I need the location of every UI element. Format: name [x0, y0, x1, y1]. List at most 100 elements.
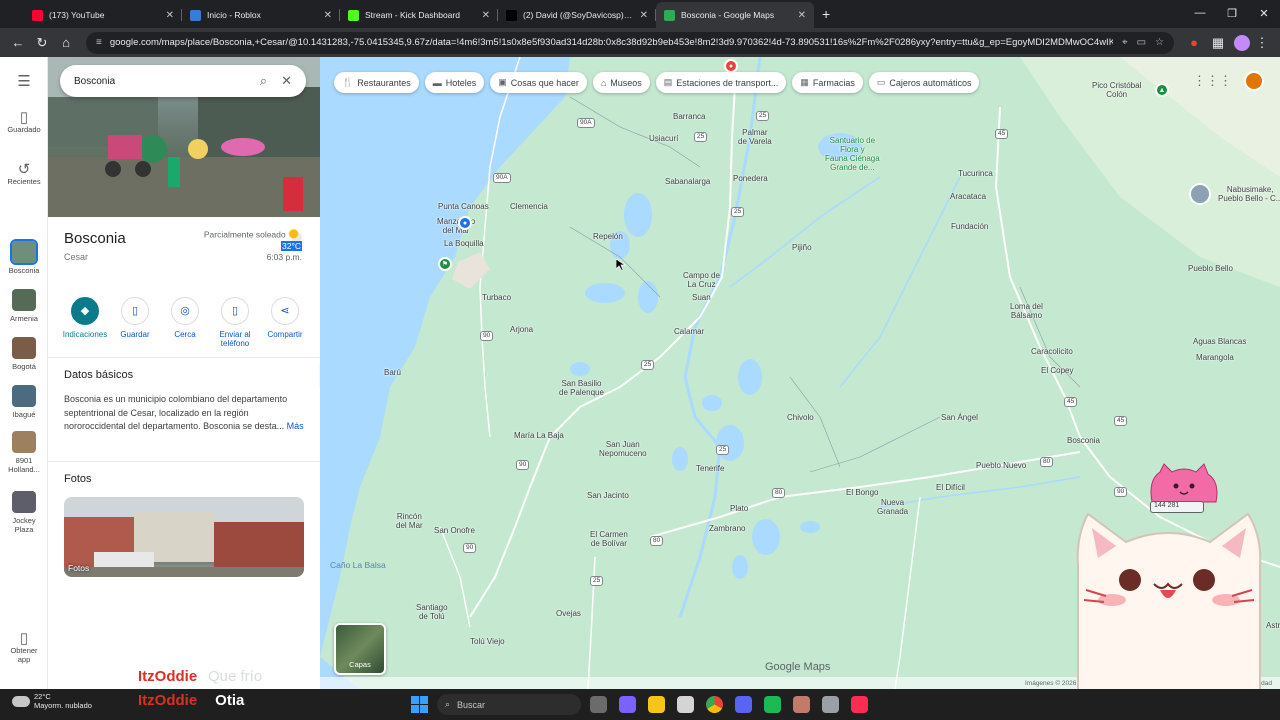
- google-apps-icon[interactable]: ⋮⋮⋮: [1193, 73, 1232, 89]
- map-place-label[interactable]: Sabanalarga: [665, 177, 710, 186]
- site-settings-icon[interactable]: ≡: [96, 37, 102, 48]
- file-explorer-icon[interactable]: [648, 696, 665, 713]
- action-send-to-phone-button[interactable]: ▯ Enviar al teléfono: [210, 297, 260, 348]
- map-place-label[interactable]: Repelón: [593, 232, 623, 241]
- rail-recent-place[interactable]: Ibagué: [0, 385, 48, 419]
- task-view-icon[interactable]: [590, 696, 607, 713]
- category-chip[interactable]: ▭ Cajeros automáticos: [868, 72, 980, 93]
- map-place-label[interactable]: San Ángel: [941, 413, 978, 422]
- category-chip[interactable]: ▤ Estaciones de transport...: [655, 72, 787, 93]
- park-pin-icon[interactable]: ⚑: [438, 257, 452, 271]
- map-place-label[interactable]: Calamar: [674, 327, 704, 336]
- map-place-label[interactable]: María La Baja: [514, 431, 564, 440]
- rail-recent-place[interactable]: Bogotá: [0, 337, 48, 371]
- category-chip[interactable]: ▦ Farmacias: [792, 72, 863, 93]
- map-place-label[interactable]: Nueva Granada: [877, 498, 908, 516]
- install-icon[interactable]: ▭: [1137, 37, 1146, 48]
- action-nearby-button[interactable]: ◎ Cerca: [160, 297, 210, 348]
- discord-icon[interactable]: [735, 696, 752, 713]
- map-place-label[interactable]: Tenerife: [696, 464, 724, 473]
- map-place-label[interactable]: Loma del Bálsamo: [1010, 302, 1043, 320]
- extensions-puzzle-icon[interactable]: ▦: [1206, 31, 1230, 55]
- map-place-label[interactable]: Rincón del Mar: [396, 512, 423, 530]
- chrome-icon[interactable]: [706, 696, 723, 713]
- map-place-label[interactable]: San Onofre: [434, 526, 475, 535]
- rail-recent-place[interactable]: Bosconia: [0, 239, 48, 275]
- search-input[interactable]: Bosconia: [74, 76, 246, 87]
- map-place-label[interactable]: San Juan Nepomuceno: [599, 440, 647, 458]
- map-place-label[interactable]: San Basilio de Palenque: [559, 379, 604, 397]
- map-place-label[interactable]: Tucurinca: [958, 169, 993, 178]
- place-photo-marker[interactable]: [1189, 183, 1211, 205]
- close-icon[interactable]: ✕: [281, 73, 292, 89]
- location-icon[interactable]: ⌖: [1122, 37, 1128, 48]
- map-place-label[interactable]: Suan: [692, 293, 711, 302]
- browser-tab[interactable]: Inicio - Roblox ✕: [182, 2, 340, 28]
- browser-tab[interactable]: (2) David (@SoyDavicosp) / X ✕: [498, 2, 656, 28]
- bookmark-star-icon[interactable]: ☆: [1155, 37, 1164, 48]
- map-place-label[interactable]: Pijiño: [792, 243, 812, 252]
- tiktok-icon[interactable]: [851, 696, 868, 713]
- reload-icon[interactable]: ↻: [30, 31, 54, 55]
- rail-recent-place[interactable]: Jockey Plaza: [0, 491, 48, 534]
- peak-pin-icon[interactable]: ▲: [1155, 83, 1169, 97]
- close-window-button[interactable]: ✕: [1248, 0, 1280, 26]
- map-place-label[interactable]: Clemencia: [510, 202, 548, 211]
- map-place-label[interactable]: Fundación: [951, 222, 988, 231]
- photos-thumbnail[interactable]: Fotos: [64, 497, 304, 577]
- rail-recent-place[interactable]: Armenia: [0, 289, 48, 323]
- map-place-label[interactable]: Santiago de Tolú: [416, 603, 448, 621]
- category-chip[interactable]: 🍴 Restaurantes: [334, 72, 419, 93]
- back-arrow-icon[interactable]: ←: [6, 31, 30, 55]
- tab-close-icon[interactable]: ✕: [798, 10, 806, 21]
- map-place-label[interactable]: Marangola: [1196, 353, 1234, 362]
- place-pin-icon[interactable]: ●: [458, 216, 472, 230]
- url-text[interactable]: google.com/maps/place/Bosconia,+Cesar/@1…: [110, 37, 1113, 48]
- menu-button[interactable]: ☰: [0, 74, 48, 89]
- selected-location-pin-icon[interactable]: ●: [724, 59, 738, 73]
- map-place-label[interactable]: Barú: [384, 368, 401, 377]
- photos-icon[interactable]: [793, 696, 810, 713]
- extension-icon[interactable]: ●: [1182, 31, 1206, 55]
- browser-tab[interactable]: Bosconia - Google Maps ✕: [656, 2, 814, 28]
- more-link[interactable]: Más: [287, 421, 304, 431]
- maximize-button[interactable]: ❐: [1216, 0, 1248, 26]
- rail-get-app[interactable]: ▯ Obtener app: [0, 631, 48, 664]
- game-icon[interactable]: [677, 696, 694, 713]
- tab-close-icon[interactable]: ✕: [640, 10, 648, 21]
- taskbar-search[interactable]: ⌕ Buscar: [437, 694, 581, 715]
- category-chip[interactable]: ⌂ Museos: [592, 72, 650, 93]
- new-tab-button[interactable]: +: [822, 6, 830, 22]
- map-place-label[interactable]: Caracolicito: [1031, 347, 1073, 356]
- browser-tab[interactable]: Stream - Kick Dashboard ✕: [340, 2, 498, 28]
- spotify-icon[interactable]: [764, 696, 781, 713]
- map-place-label[interactable]: Pico Cristóbal Colón: [1092, 81, 1141, 99]
- settings-icon[interactable]: [822, 696, 839, 713]
- rail-recent-place[interactable]: 8901 Holland...: [0, 431, 48, 474]
- tab-close-icon[interactable]: ✕: [324, 10, 332, 21]
- map-place-label[interactable]: Barranca: [673, 112, 705, 121]
- map-place-label[interactable]: Ponedera: [733, 174, 768, 183]
- map-place-label[interactable]: Campo de La Cruz: [683, 271, 720, 289]
- map-place-label[interactable]: El Carmen de Bolívar: [590, 530, 628, 548]
- category-chip[interactable]: ▬ Hoteles: [424, 72, 485, 93]
- map-place-label[interactable]: Punta Canoas: [438, 202, 489, 211]
- minimize-button[interactable]: —: [1184, 0, 1216, 26]
- action-directions-button[interactable]: ◆ Indicaciones: [60, 297, 110, 348]
- map-place-label[interactable]: San Jacinto: [587, 491, 629, 500]
- map-place-label[interactable]: La Boquilla: [444, 239, 484, 248]
- map-place-label[interactable]: Chivolo: [787, 413, 814, 422]
- windows-start-icon[interactable]: [411, 696, 428, 713]
- map-place-label[interactable]: Arjona: [510, 325, 533, 334]
- search-icon[interactable]: ⌕: [260, 73, 267, 89]
- copilot-icon[interactable]: [619, 696, 636, 713]
- account-avatar[interactable]: [1244, 71, 1264, 91]
- rail-saved[interactable]: ▯ Guardado: [0, 110, 48, 134]
- profile-avatar[interactable]: [1234, 34, 1250, 51]
- home-icon[interactable]: ⌂: [54, 31, 78, 55]
- search-box[interactable]: Bosconia ⌕ ✕: [60, 65, 306, 97]
- url-field[interactable]: ≡ google.com/maps/place/Bosconia,+Cesar/…: [86, 31, 1174, 54]
- map-place-label[interactable]: Ovejas: [556, 609, 581, 618]
- tab-close-icon[interactable]: ✕: [166, 10, 174, 21]
- browser-menu-icon[interactable]: ⋮: [1250, 31, 1274, 55]
